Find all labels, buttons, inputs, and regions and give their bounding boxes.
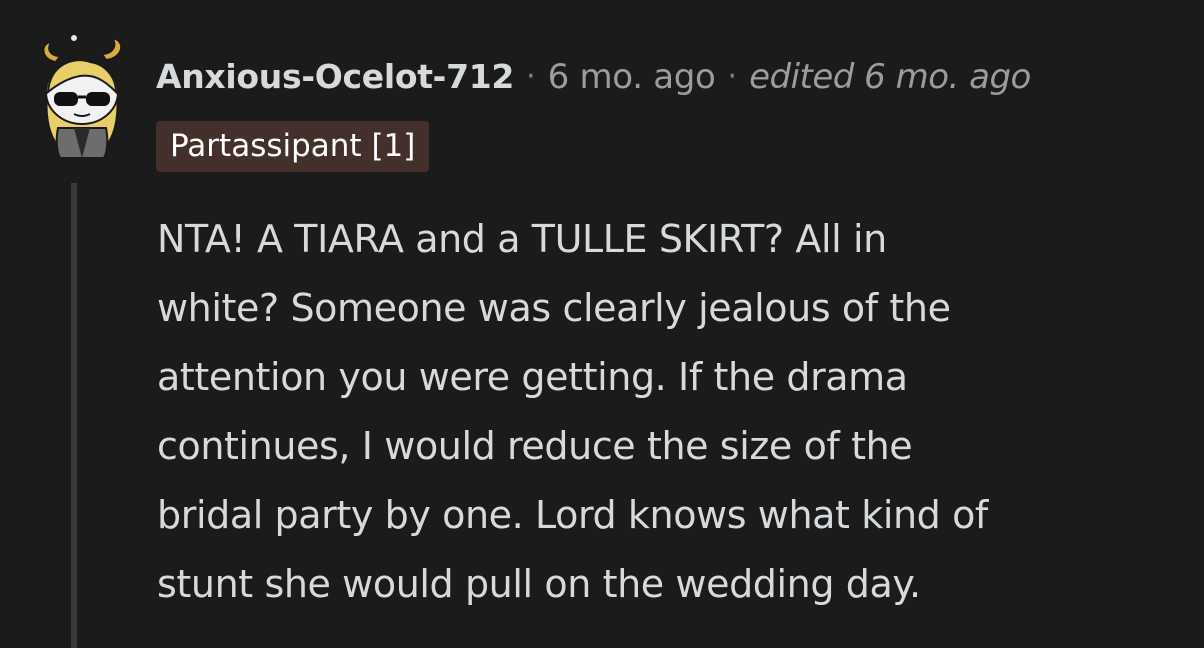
comment-body-line: continues, I would reduce the size of th… (157, 424, 913, 468)
user-avatar-icon[interactable] (34, 34, 130, 162)
thread-collapse-line[interactable] (71, 183, 77, 648)
comment-meta: Anxious-Ocelot-712 · 6 mo. ago · edited … (156, 53, 1031, 101)
timestamp[interactable]: 6 mo. ago (548, 53, 716, 101)
comment-body-line: white? Someone was clearly jealous of th… (157, 286, 951, 330)
user-flair-badge: Partassipant [1] (156, 121, 430, 172)
comment-body-line: stunt she would pull on the wedding day. (157, 562, 921, 606)
comment-body-line: attention you were getting. If the drama (157, 355, 908, 399)
username-link[interactable]: Anxious-Ocelot-712 (156, 53, 514, 101)
meta-separator: · (526, 59, 536, 94)
meta-separator: · (727, 59, 738, 94)
edited-timestamp: edited 6 mo. ago (749, 57, 1031, 97)
comment: Anxious-Ocelot-712 · 6 mo. ago · edited … (0, 0, 1204, 648)
comment-body-line: bridal party by one. Lord knows what kin… (157, 493, 988, 537)
comment-body: NTA! A TIARA and a TULLE SKIRT? All in w… (157, 205, 1187, 619)
comment-body-line: NTA! A TIARA and a TULLE SKIRT? All in (157, 217, 887, 261)
